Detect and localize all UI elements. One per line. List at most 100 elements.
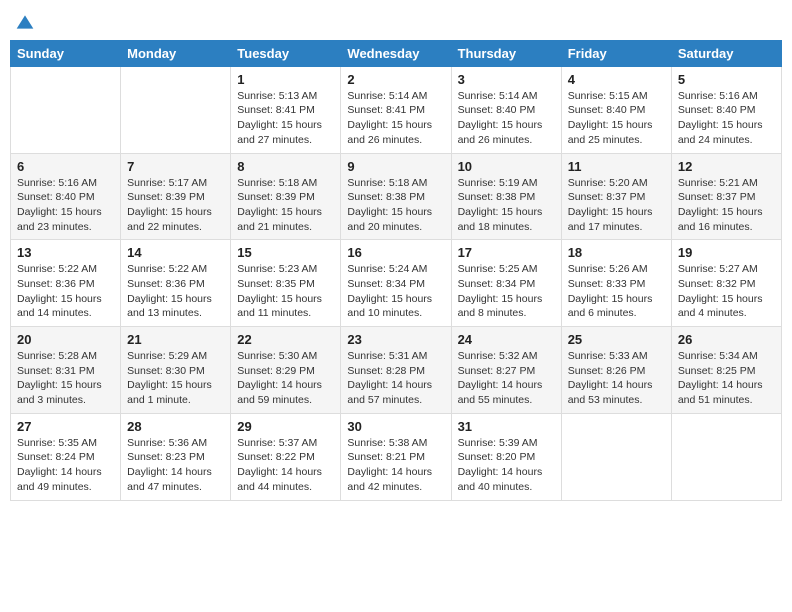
calendar-cell: 28 Sunrise: 5:36 AM Sunset: 8:23 PM Dayli… <box>121 413 231 500</box>
day-info: Sunrise: 5:23 AM Sunset: 8:35 PM Dayligh… <box>237 262 334 321</box>
day-info: Sunrise: 5:22 AM Sunset: 8:36 PM Dayligh… <box>127 262 224 321</box>
day-number: 24 <box>458 332 555 347</box>
calendar-week-row: 6 Sunrise: 5:16 AM Sunset: 8:40 PM Daylig… <box>11 153 782 240</box>
day-number: 29 <box>237 419 334 434</box>
calendar-cell: 16 Sunrise: 5:24 AM Sunset: 8:34 PM Dayli… <box>341 240 451 327</box>
calendar-cell: 26 Sunrise: 5:34 AM Sunset: 8:25 PM Dayli… <box>671 327 781 414</box>
day-number: 12 <box>678 159 775 174</box>
day-info: Sunrise: 5:16 AM Sunset: 8:40 PM Dayligh… <box>17 176 114 235</box>
calendar-cell: 19 Sunrise: 5:27 AM Sunset: 8:32 PM Dayli… <box>671 240 781 327</box>
calendar-cell: 24 Sunrise: 5:32 AM Sunset: 8:27 PM Dayli… <box>451 327 561 414</box>
column-header-wednesday: Wednesday <box>341 40 451 66</box>
day-info: Sunrise: 5:17 AM Sunset: 8:39 PM Dayligh… <box>127 176 224 235</box>
day-number: 19 <box>678 245 775 260</box>
calendar-header-row: SundayMondayTuesdayWednesdayThursdayFrid… <box>11 40 782 66</box>
day-info: Sunrise: 5:28 AM Sunset: 8:31 PM Dayligh… <box>17 349 114 408</box>
day-number: 2 <box>347 72 444 87</box>
calendar-week-row: 13 Sunrise: 5:22 AM Sunset: 8:36 PM Dayli… <box>11 240 782 327</box>
day-info: Sunrise: 5:33 AM Sunset: 8:26 PM Dayligh… <box>568 349 665 408</box>
column-header-saturday: Saturday <box>671 40 781 66</box>
calendar-table: SundayMondayTuesdayWednesdayThursdayFrid… <box>10 40 782 501</box>
day-info: Sunrise: 5:31 AM Sunset: 8:28 PM Dayligh… <box>347 349 444 408</box>
day-info: Sunrise: 5:18 AM Sunset: 8:39 PM Dayligh… <box>237 176 334 235</box>
day-info: Sunrise: 5:14 AM Sunset: 8:40 PM Dayligh… <box>458 89 555 148</box>
calendar-cell <box>121 66 231 153</box>
day-info: Sunrise: 5:37 AM Sunset: 8:22 PM Dayligh… <box>237 436 334 495</box>
day-number: 25 <box>568 332 665 347</box>
calendar-cell: 23 Sunrise: 5:31 AM Sunset: 8:28 PM Dayli… <box>341 327 451 414</box>
day-number: 3 <box>458 72 555 87</box>
day-info: Sunrise: 5:26 AM Sunset: 8:33 PM Dayligh… <box>568 262 665 321</box>
day-number: 21 <box>127 332 224 347</box>
day-number: 28 <box>127 419 224 434</box>
calendar-cell: 7Sunrise: 5:17 AM Sunset: 8:39 PM Daylig… <box>121 153 231 240</box>
calendar-cell <box>561 413 671 500</box>
day-number: 23 <box>347 332 444 347</box>
day-number: 11 <box>568 159 665 174</box>
calendar-cell: 22Sunrise: 5:30 AM Sunset: 8:29 PM Dayli… <box>231 327 341 414</box>
column-header-friday: Friday <box>561 40 671 66</box>
calendar-cell: 5 Sunrise: 5:16 AM Sunset: 8:40 PM Daylig… <box>671 66 781 153</box>
column-header-tuesday: Tuesday <box>231 40 341 66</box>
day-info: Sunrise: 5:34 AM Sunset: 8:25 PM Dayligh… <box>678 349 775 408</box>
day-number: 9 <box>347 159 444 174</box>
calendar-cell: 4Sunrise: 5:15 AM Sunset: 8:40 PM Daylig… <box>561 66 671 153</box>
day-info: Sunrise: 5:18 AM Sunset: 8:38 PM Dayligh… <box>347 176 444 235</box>
column-header-thursday: Thursday <box>451 40 561 66</box>
day-number: 16 <box>347 245 444 260</box>
page-header <box>10 10 782 32</box>
day-number: 5 <box>678 72 775 87</box>
day-info: Sunrise: 5:21 AM Sunset: 8:37 PM Dayligh… <box>678 176 775 235</box>
day-number: 13 <box>17 245 114 260</box>
day-number: 17 <box>458 245 555 260</box>
day-info: Sunrise: 5:39 AM Sunset: 8:20 PM Dayligh… <box>458 436 555 495</box>
day-info: Sunrise: 5:14 AM Sunset: 8:41 PM Dayligh… <box>347 89 444 148</box>
day-number: 18 <box>568 245 665 260</box>
calendar-cell: 1 Sunrise: 5:13 AM Sunset: 8:41 PM Daylig… <box>231 66 341 153</box>
day-number: 10 <box>458 159 555 174</box>
day-info: Sunrise: 5:22 AM Sunset: 8:36 PM Dayligh… <box>17 262 114 321</box>
logo <box>14 10 36 32</box>
calendar-cell: 12 Sunrise: 5:21 AM Sunset: 8:37 PM Dayli… <box>671 153 781 240</box>
day-number: 22 <box>237 332 334 347</box>
calendar-cell: 10 Sunrise: 5:19 AM Sunset: 8:38 PM Dayli… <box>451 153 561 240</box>
day-info: Sunrise: 5:32 AM Sunset: 8:27 PM Dayligh… <box>458 349 555 408</box>
day-number: 1 <box>237 72 334 87</box>
day-number: 14 <box>127 245 224 260</box>
day-number: 31 <box>458 419 555 434</box>
column-header-monday: Monday <box>121 40 231 66</box>
calendar-cell: 6 Sunrise: 5:16 AM Sunset: 8:40 PM Daylig… <box>11 153 121 240</box>
day-info: Sunrise: 5:27 AM Sunset: 8:32 PM Dayligh… <box>678 262 775 321</box>
calendar-week-row: 1 Sunrise: 5:13 AM Sunset: 8:41 PM Daylig… <box>11 66 782 153</box>
calendar-cell: 27Sunrise: 5:35 AM Sunset: 8:24 PM Dayli… <box>11 413 121 500</box>
day-info: Sunrise: 5:25 AM Sunset: 8:34 PM Dayligh… <box>458 262 555 321</box>
calendar-cell: 13 Sunrise: 5:22 AM Sunset: 8:36 PM Dayli… <box>11 240 121 327</box>
day-info: Sunrise: 5:19 AM Sunset: 8:38 PM Dayligh… <box>458 176 555 235</box>
logo-icon <box>15 12 35 32</box>
calendar-cell: 14 Sunrise: 5:22 AM Sunset: 8:36 PM Dayli… <box>121 240 231 327</box>
day-info: Sunrise: 5:29 AM Sunset: 8:30 PM Dayligh… <box>127 349 224 408</box>
day-number: 6 <box>17 159 114 174</box>
day-info: Sunrise: 5:16 AM Sunset: 8:40 PM Dayligh… <box>678 89 775 148</box>
calendar-cell: 21 Sunrise: 5:29 AM Sunset: 8:30 PM Dayli… <box>121 327 231 414</box>
calendar-cell <box>671 413 781 500</box>
calendar-cell: 2 Sunrise: 5:14 AM Sunset: 8:41 PM Daylig… <box>341 66 451 153</box>
calendar-cell: 20 Sunrise: 5:28 AM Sunset: 8:31 PM Dayli… <box>11 327 121 414</box>
day-number: 15 <box>237 245 334 260</box>
day-info: Sunrise: 5:13 AM Sunset: 8:41 PM Dayligh… <box>237 89 334 148</box>
logo-text <box>14 10 36 32</box>
calendar-week-row: 20 Sunrise: 5:28 AM Sunset: 8:31 PM Dayli… <box>11 327 782 414</box>
calendar-cell: 9 Sunrise: 5:18 AM Sunset: 8:38 PM Daylig… <box>341 153 451 240</box>
day-info: Sunrise: 5:24 AM Sunset: 8:34 PM Dayligh… <box>347 262 444 321</box>
day-number: 26 <box>678 332 775 347</box>
day-info: Sunrise: 5:36 AM Sunset: 8:23 PM Dayligh… <box>127 436 224 495</box>
day-number: 20 <box>17 332 114 347</box>
day-number: 4 <box>568 72 665 87</box>
calendar-week-row: 27Sunrise: 5:35 AM Sunset: 8:24 PM Dayli… <box>11 413 782 500</box>
calendar-cell: 17 Sunrise: 5:25 AM Sunset: 8:34 PM Dayli… <box>451 240 561 327</box>
calendar-cell <box>11 66 121 153</box>
calendar-cell: 25 Sunrise: 5:33 AM Sunset: 8:26 PM Dayli… <box>561 327 671 414</box>
day-number: 27 <box>17 419 114 434</box>
day-number: 30 <box>347 419 444 434</box>
calendar-cell: 15 Sunrise: 5:23 AM Sunset: 8:35 PM Dayli… <box>231 240 341 327</box>
